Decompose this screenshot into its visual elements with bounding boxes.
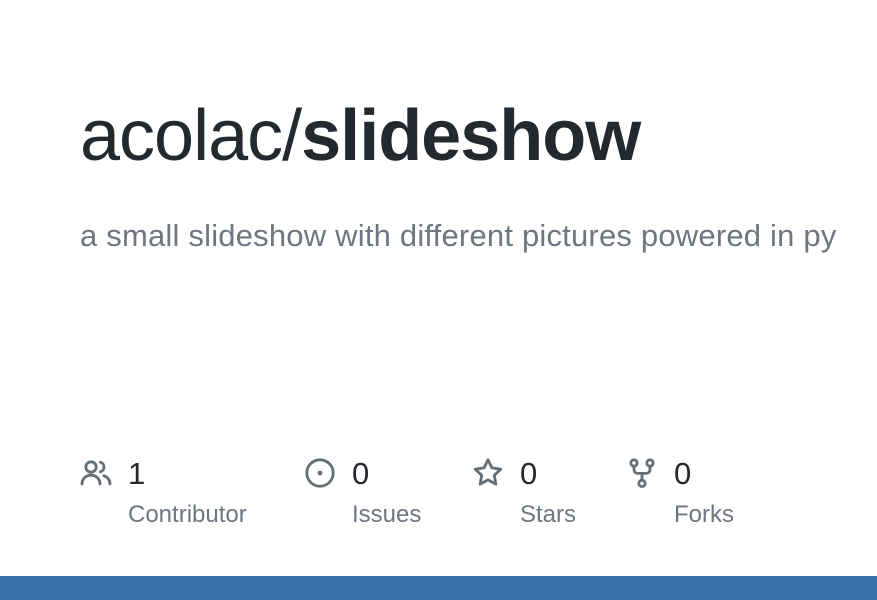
repo-social-card: acolac/slideshow a small slideshow with … <box>0 0 877 600</box>
repo-name: slideshow <box>301 96 641 176</box>
stat-contributors: 1 Contributor <box>80 452 280 542</box>
repo-title: acolac/slideshow <box>80 92 641 180</box>
stat-stars: 0 Stars <box>472 452 602 542</box>
stat-issues-label: Issues <box>352 501 422 528</box>
stat-forks-label: Forks <box>674 501 734 528</box>
stat-stars-count: 0 <box>520 456 538 491</box>
star-icon <box>472 457 504 489</box>
stat-contributors-label: Contributor <box>128 501 247 528</box>
repo-owner: acolac/ <box>80 96 302 176</box>
issue-opened-icon <box>304 457 336 489</box>
repo-stats: 1 Contributor 0 Issues 0 Stars 0 Forks <box>80 452 860 542</box>
repo-description: a small slideshow with different picture… <box>80 218 837 253</box>
stat-issues: 0 Issues <box>304 452 454 542</box>
stat-stars-label: Stars <box>520 501 577 528</box>
stat-forks-count: 0 <box>674 456 692 491</box>
language-bar <box>0 576 877 600</box>
stat-contributors-count: 1 <box>128 456 146 491</box>
stat-issues-count: 0 <box>352 456 370 491</box>
people-icon <box>80 457 112 489</box>
stat-forks: 0 Forks <box>626 452 756 542</box>
repo-forked-icon <box>626 457 658 489</box>
